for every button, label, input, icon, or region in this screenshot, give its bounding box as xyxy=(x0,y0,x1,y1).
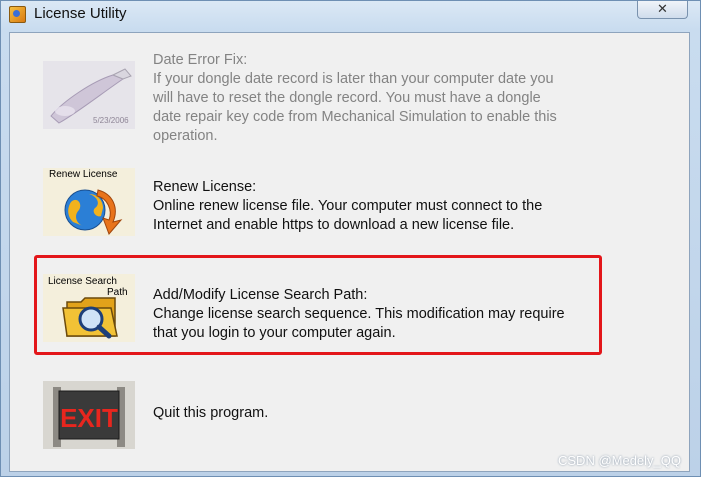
close-icon: ✕ xyxy=(657,1,668,16)
window-title: License Utility xyxy=(34,5,127,22)
option-line: If your dongle date record is later than… xyxy=(153,71,554,87)
option-renew-license-text: Renew License: Online renew license file… xyxy=(153,178,603,235)
renew-license-image-label: Renew License xyxy=(49,169,118,180)
license-utility-window: License Utility ✕ 5/23/2006 Date Error F… xyxy=(0,0,701,477)
close-button[interactable]: ✕ xyxy=(637,1,688,19)
option-line: Internet and enable https to download a … xyxy=(153,217,515,233)
option-heading: Date Error Fix: xyxy=(153,52,248,68)
option-quit[interactable]: EXIT Quit this program. xyxy=(10,379,689,451)
renew-license-globe-icon: Renew License xyxy=(43,168,135,236)
option-renew-license[interactable]: Renew License Renew License: Online rene… xyxy=(10,165,689,241)
title-bar[interactable]: License Utility ✕ xyxy=(1,1,700,29)
option-heading: Renew License: xyxy=(153,179,257,195)
client-area: 5/23/2006 Date Error Fix: If your dongle… xyxy=(9,32,690,472)
usb-dongle-icon: 5/23/2006 xyxy=(43,61,135,129)
dongle-date-text: 5/23/2006 xyxy=(93,116,129,125)
highlight-box xyxy=(34,255,602,355)
option-line: operation. xyxy=(153,128,218,144)
option-line: date repair key code from Mechanical Sim… xyxy=(153,109,557,125)
option-heading: Quit this program. xyxy=(153,405,269,421)
watermark: CSDN @Medely_QQ xyxy=(558,453,682,468)
app-icon xyxy=(9,6,26,23)
option-date-error-fix-text: Date Error Fix: If your dongle date reco… xyxy=(153,51,603,146)
option-line: Online renew license file. Your computer… xyxy=(153,198,543,214)
option-line: will have to reset the dongle record. Yo… xyxy=(153,90,541,106)
option-quit-text: Quit this program. xyxy=(153,404,603,423)
option-date-error-fix[interactable]: 5/23/2006 Date Error Fix: If your dongle… xyxy=(10,51,689,144)
exit-sign-icon: EXIT xyxy=(43,381,135,449)
exit-sign-text: EXIT xyxy=(60,403,118,433)
